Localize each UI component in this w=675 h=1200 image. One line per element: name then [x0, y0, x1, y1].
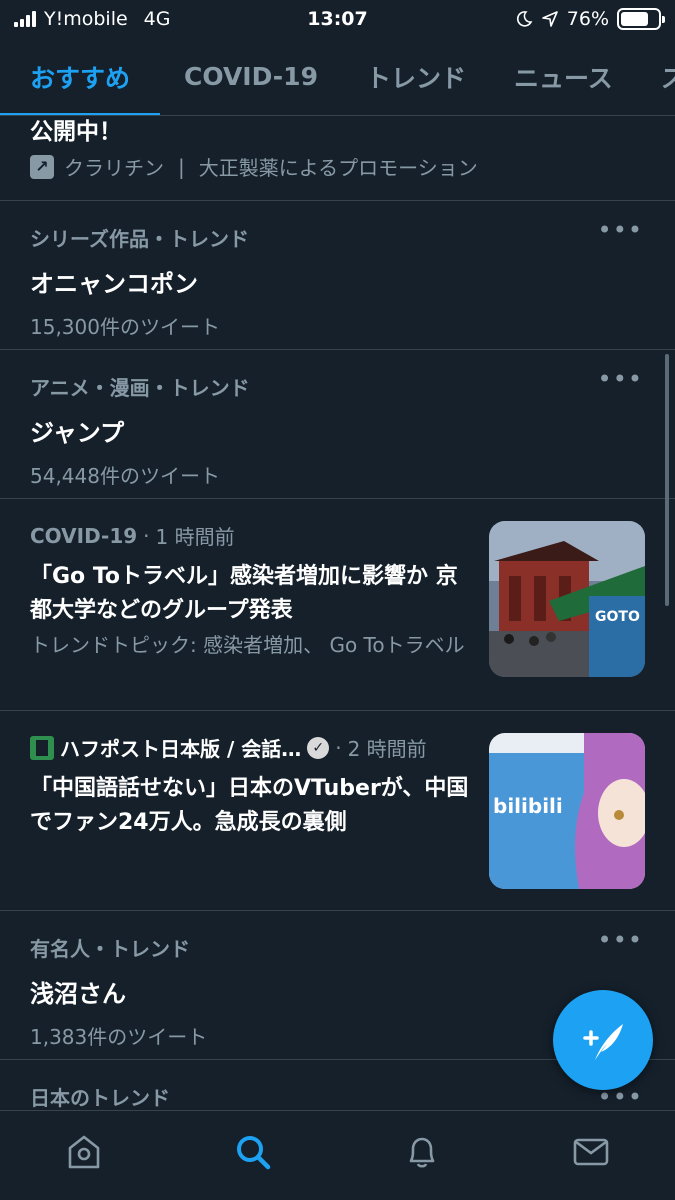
more-options-icon[interactable]: ••• — [598, 367, 643, 391]
status-left: Y!mobile 4G — [14, 8, 170, 30]
tab-recommended[interactable]: おすすめ — [0, 38, 161, 115]
trend-name: 浅沼さん — [30, 980, 126, 1008]
huffpost-logo-icon — [30, 735, 54, 760]
messages-icon — [573, 1138, 608, 1165]
trend-item[interactable]: シリーズ作品・トレンド オニャンコポン 15,300件のツイート ••• — [0, 201, 675, 350]
promo-text: 大正製薬によるプロモーション — [198, 156, 478, 180]
story-time: 2 時間前 — [347, 737, 427, 761]
location-arrow-icon — [541, 11, 558, 27]
story-headline: 「中国語話せない」日本のVTuberが、中国でファン24万人。急成長の裏側 — [30, 776, 469, 835]
temple-photo: GOTO トラベル — [489, 521, 645, 677]
home-icon — [69, 1135, 100, 1168]
news-story[interactable]: ハフポスト日本版 / 会話… ✓ · 2 時間前 「中国語話せない」日本のVTu… — [0, 711, 675, 911]
story-thumbnail: bilibili — [489, 733, 645, 889]
more-options-icon[interactable]: ••• — [598, 928, 643, 952]
explore-tabs: おすすめ COVID-19 トレンド ニュース ス — [0, 38, 675, 116]
moon-icon — [516, 11, 533, 27]
signal-icon — [14, 11, 36, 27]
news-story[interactable]: COVID-19 · 1 時間前 「Go Toトラベル」感染者増加に影響か 京都… — [0, 499, 675, 711]
nav-home[interactable] — [54, 1122, 114, 1182]
trend-item[interactable]: アニメ・漫画・トレンド ジャンプ 54,448件のツイート ••• — [0, 350, 675, 499]
promo-separator: | — [178, 154, 185, 179]
tab-trends[interactable]: トレンド — [342, 38, 490, 115]
more-options-icon[interactable]: ••• — [598, 218, 643, 242]
network-label: 4G — [143, 8, 171, 30]
tab-news[interactable]: ニュース — [490, 38, 637, 115]
promoted-arrow-icon: ↗ — [30, 154, 54, 179]
nav-search[interactable] — [223, 1122, 283, 1182]
trend-meta: 日本のトレンド — [30, 1086, 170, 1110]
trend-name: ジャンプ — [30, 419, 125, 447]
thumb-logo-text: bilibili — [493, 794, 563, 818]
tab-covid19[interactable]: COVID-19 — [160, 38, 342, 115]
story-headline: 「Go Toトラベル」感染者増加に影響か 京都大学などのグループ発表 — [30, 564, 458, 623]
trend-name: オニャンコポン — [30, 270, 198, 298]
trend-meta: シリーズ作品・トレンド — [30, 227, 249, 251]
carrier-label: Y!mobile — [44, 8, 128, 30]
status-bar: Y!mobile 4G 13:07 76% — [0, 0, 675, 38]
story-source: ハフポスト日本版 / 会話… — [60, 737, 302, 761]
promo-line: ↗ クラリチン | 大正製薬によるプロモーション — [30, 152, 478, 181]
meta-dot: · — [143, 523, 150, 548]
story-source: COVID-19 — [30, 523, 138, 548]
compose-tweet-icon — [583, 1024, 623, 1060]
trend-meta: アニメ・漫画・トレンド — [30, 376, 250, 400]
status-right: 76% — [515, 8, 665, 30]
promo-advertiser: クラリチン — [64, 156, 164, 180]
vtuber-photo: bilibili — [489, 733, 645, 889]
meta-dot: · — [335, 735, 342, 760]
more-options-icon[interactable]: ••• — [598, 1085, 643, 1109]
story-thumbnail: GOTO トラベル — [489, 521, 645, 677]
battery-icon — [617, 8, 665, 30]
thumb-sign-text: GOTO トラベル — [595, 609, 645, 625]
promoted-trend[interactable]: 公開中！ ↗ クラリチン | 大正製薬によるプロモーション — [0, 116, 675, 201]
nav-messages[interactable] — [561, 1122, 621, 1182]
scrollbar[interactable] — [665, 354, 669, 606]
nav-notifications[interactable] — [392, 1122, 452, 1182]
verified-badge-icon: ✓ — [307, 736, 330, 759]
story-topic: トレンドトピック: 感染者増加、 Go Toトラベル — [30, 633, 465, 657]
search-icon — [237, 1135, 271, 1169]
promo-title: 公開中！ — [30, 119, 122, 145]
story-time: 1 時間前 — [155, 525, 235, 549]
battery-percent: 76% — [566, 8, 609, 30]
trend-meta: 有名人・トレンド — [30, 937, 190, 961]
tab-sports[interactable]: ス — [637, 38, 675, 115]
notifications-icon — [409, 1137, 435, 1168]
compose-tweet-button[interactable] — [553, 990, 653, 1090]
trend-count: 15,300件のツイート — [30, 315, 220, 339]
bottom-nav — [0, 1110, 675, 1200]
explore-feed: 公開中！ ↗ クラリチン | 大正製薬によるプロモーション シリーズ作品・トレン… — [0, 116, 675, 1110]
trend-count: 54,448件のツイート — [30, 464, 220, 488]
battery-fill — [621, 12, 649, 26]
